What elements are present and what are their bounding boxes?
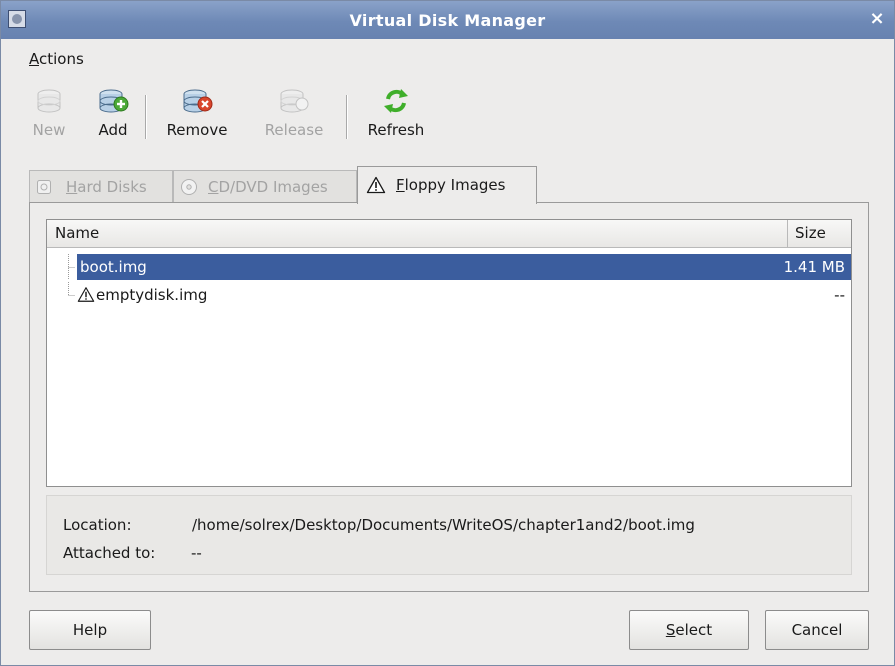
cd-dvd-icon <box>181 179 197 195</box>
tab-floppy-images-label: Floppy Images <box>396 176 505 194</box>
close-button[interactable]: × <box>866 8 888 30</box>
attached-to-value: -- <box>191 544 202 562</box>
toolbar-separator <box>145 95 147 139</box>
menu-actions[interactable]: Actions <box>29 50 84 68</box>
window-title: Virtual Disk Manager <box>349 11 546 30</box>
tab-floppy-mnemonic: F <box>396 176 405 194</box>
tab-cd-dvd-mnemonic: C <box>208 178 219 196</box>
column-header-size[interactable]: Size <box>788 220 851 247</box>
new-button[interactable]: New <box>29 87 69 139</box>
remove-button-label: Remove <box>166 121 228 139</box>
toolbar: New Add Remove Release Refresh <box>1 81 894 149</box>
list-item-name: emptydisk.img <box>96 286 208 304</box>
tree-connector <box>68 282 75 296</box>
location-label: Location: <box>63 516 132 534</box>
release-button-label: Release <box>264 121 324 139</box>
toolbar-separator <box>346 95 348 139</box>
list-item-size: 1.41 MB <box>783 258 845 276</box>
warning-icon <box>366 176 386 194</box>
menu-actions-mnemonic: A <box>29 50 39 68</box>
floppy-image-list[interactable]: Name Size boot.img 1.41 MB emptydisk.img… <box>46 219 852 487</box>
help-button[interactable]: Help <box>29 610 151 650</box>
virtual-disk-manager-window: Virtual Disk Manager × Actions New Add R… <box>0 0 895 666</box>
select-button-mnemonic: S <box>665 621 676 639</box>
menu-bar: Actions <box>1 41 894 73</box>
add-button-label: Add <box>98 121 128 139</box>
list-header: Name Size <box>47 220 851 248</box>
select-button[interactable]: Select <box>629 610 749 650</box>
tab-floppy-images[interactable]: Floppy Images <box>357 166 537 204</box>
cancel-button[interactable]: Cancel <box>765 610 869 650</box>
tree-connector <box>68 254 75 280</box>
tab-hard-disks[interactable]: Hard Disks <box>29 170 173 202</box>
disk-info-panel: Location: /home/solrex/Desktop/Documents… <box>46 495 852 575</box>
new-button-label: New <box>32 121 66 139</box>
column-header-name[interactable]: Name <box>47 220 788 247</box>
selection-highlight <box>77 254 851 280</box>
tab-floppy-text: loppy Images <box>404 176 506 194</box>
list-item-name: boot.img <box>80 258 147 276</box>
attached-to-label: Attached to: <box>63 544 156 562</box>
location-value: /home/solrex/Desktop/Documents/WriteOS/c… <box>192 516 695 534</box>
refresh-button-label: Refresh <box>367 121 425 139</box>
release-button[interactable]: Release <box>255 87 333 139</box>
remove-button[interactable]: Remove <box>157 87 237 139</box>
title-bar[interactable]: Virtual Disk Manager × <box>1 1 894 39</box>
remove-disk-icon <box>183 89 213 113</box>
list-item[interactable]: emptydisk.img -- <box>47 282 851 308</box>
warning-icon <box>77 287 95 302</box>
tab-panel-floppy-images: Name Size boot.img 1.41 MB emptydisk.img… <box>29 202 869 592</box>
tab-hard-disks-label: Hard Disks <box>66 178 147 196</box>
refresh-button[interactable]: Refresh <box>359 87 433 139</box>
hard-disk-icon <box>37 180 51 194</box>
tab-bar: Hard Disks CD/DVD Images Floppy Images <box>29 166 549 204</box>
select-button-label: elect <box>675 621 713 639</box>
tab-cd-dvd-images[interactable]: CD/DVD Images <box>173 170 357 202</box>
tab-cd-dvd-images-label: CD/DVD Images <box>208 178 328 196</box>
tab-hard-disks-text: ard Disks <box>77 178 147 196</box>
tab-hard-disks-mnemonic: H <box>66 178 78 196</box>
list-item-size: -- <box>834 286 845 304</box>
tab-cd-dvd-text: D/DVD Images <box>218 178 328 196</box>
add-disk-icon <box>99 89 129 113</box>
menu-actions-label: ctions <box>39 50 84 68</box>
add-button[interactable]: Add <box>93 87 133 139</box>
release-disk-icon <box>280 89 309 113</box>
list-item[interactable]: boot.img 1.41 MB <box>47 254 851 280</box>
new-disk-icon <box>37 89 61 113</box>
refresh-icon <box>384 89 408 113</box>
